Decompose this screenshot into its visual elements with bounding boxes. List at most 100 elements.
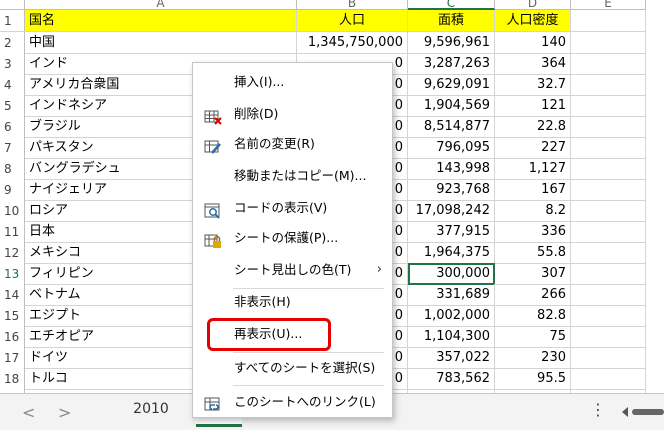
scroll-tabs-right-button[interactable]: > [58, 403, 71, 422]
menu-item-rename[interactable]: 名前の変更(R) [193, 129, 392, 159]
menu-item-delete[interactable]: 削除(D) [193, 99, 392, 129]
row-number[interactable]: 14 [0, 284, 25, 306]
row-number[interactable]: 10 [0, 200, 25, 222]
empty-cell[interactable] [571, 347, 646, 369]
cell-area[interactable]: 1,002,000 [408, 305, 495, 327]
empty-cell[interactable] [571, 221, 646, 243]
row-number[interactable]: 1 [0, 10, 25, 32]
cell-area[interactable]: 8,514,877 [408, 116, 495, 138]
rename-sheet-icon [204, 136, 222, 154]
row-number[interactable]: 11 [0, 221, 25, 243]
empty-cell[interactable] [571, 305, 646, 327]
row-number[interactable]: 3 [0, 53, 25, 75]
empty-cell[interactable] [571, 326, 646, 348]
cell-area[interactable]: 300,000 [408, 263, 495, 285]
column-header-a[interactable]: A [25, 0, 297, 10]
column-header-b[interactable]: B [297, 0, 408, 10]
row-number[interactable]: 6 [0, 116, 25, 138]
menu-item-hide[interactable]: 非表示(H) [193, 287, 392, 317]
cell-area[interactable]: 1,104,300 [408, 326, 495, 348]
empty-cell[interactable] [571, 242, 646, 264]
cell-density[interactable]: 266 [495, 284, 571, 306]
cell-density[interactable]: 75 [495, 326, 571, 348]
protect-sheet-icon [204, 230, 222, 248]
cell-density[interactable]: 364 [495, 53, 571, 75]
cell-area[interactable]: 783,562 [408, 368, 495, 390]
empty-cell[interactable] [571, 368, 646, 390]
cell-density[interactable]: 95.5 [495, 368, 571, 390]
row-number[interactable]: 17 [0, 347, 25, 369]
header-cell-density[interactable]: 人口密度 [495, 10, 571, 32]
header-cell-name[interactable]: 国名 [25, 10, 297, 32]
row-number[interactable]: 8 [0, 158, 25, 180]
cell-density[interactable]: 1,127 [495, 158, 571, 180]
cell-density[interactable]: 167 [495, 179, 571, 201]
menu-item-view-code[interactable]: コードの表示(V) [193, 193, 392, 223]
cell-density[interactable]: 8.2 [495, 200, 571, 222]
select-all-corner[interactable] [0, 0, 25, 10]
row-number[interactable]: 5 [0, 95, 25, 117]
cell-area[interactable]: 377,915 [408, 221, 495, 243]
menu-item-protect-sheet[interactable]: シートの保護(P)... [193, 223, 392, 253]
cell-density[interactable]: 230 [495, 347, 571, 369]
cell-area[interactable]: 331,689 [408, 284, 495, 306]
row-number[interactable]: 4 [0, 74, 25, 96]
column-header-e[interactable]: E [571, 0, 646, 10]
empty-cell[interactable] [571, 284, 646, 306]
cell-area[interactable]: 796,095 [408, 137, 495, 159]
empty-cell[interactable] [571, 200, 646, 222]
cell-area[interactable]: 9,629,091 [408, 74, 495, 96]
horizontal-scrollbar[interactable] [616, 403, 664, 421]
cell-density[interactable]: 121 [495, 95, 571, 117]
cell-density[interactable]: 227 [495, 137, 571, 159]
cell-density[interactable]: 32.7 [495, 74, 571, 96]
sheet-tab-2010[interactable]: 2010 [118, 394, 184, 424]
header-cell-area[interactable]: 面積 [408, 10, 495, 32]
empty-cell[interactable] [571, 74, 646, 96]
cell-area[interactable]: 17,098,242 [408, 200, 495, 222]
row-number[interactable]: 16 [0, 326, 25, 348]
header-cell-population[interactable]: 人口 [297, 10, 408, 32]
more-options-icon[interactable]: ⋮ [590, 400, 606, 419]
cell-density[interactable]: 336 [495, 221, 571, 243]
column-header-c[interactable]: C [408, 0, 495, 10]
row-number[interactable]: 9 [0, 179, 25, 201]
empty-cell[interactable] [571, 137, 646, 159]
row-number[interactable]: 2 [0, 32, 25, 54]
menu-item-insert[interactable]: 挿入(I)... [193, 67, 392, 97]
row-number[interactable]: 18 [0, 368, 25, 390]
menu-item-tab-color[interactable]: シート見出しの色(T) › [193, 255, 392, 285]
menu-item-move-copy[interactable]: 移動またはコピー(M)... [193, 161, 392, 191]
empty-cell[interactable] [571, 179, 646, 201]
cell-area[interactable]: 143,998 [408, 158, 495, 180]
cell-density[interactable]: 140 [495, 32, 571, 54]
cell-density[interactable]: 55.8 [495, 242, 571, 264]
cell-area[interactable]: 1,904,569 [408, 95, 495, 117]
empty-cell[interactable] [571, 32, 646, 54]
empty-cell[interactable] [571, 95, 646, 117]
column-header-d[interactable]: D [495, 0, 571, 10]
cell-density[interactable]: 307 [495, 263, 571, 285]
sheet-context-menu: 挿入(I)... 削除(D) 名前の変更(R) 移動またはコピー(M)... コ… [192, 62, 393, 418]
empty-cell[interactable] [571, 10, 646, 32]
empty-cell[interactable] [571, 116, 646, 138]
cell-area[interactable]: 1,964,375 [408, 242, 495, 264]
row-number[interactable]: 12 [0, 242, 25, 264]
cell-density[interactable]: 82.8 [495, 305, 571, 327]
cell-area[interactable]: 357,022 [408, 347, 495, 369]
cell-population[interactable]: 1,345,750,000 [297, 32, 408, 54]
cell-area[interactable]: 9,596,961 [408, 32, 495, 54]
scroll-tabs-left-button[interactable]: < [22, 403, 35, 422]
menu-item-select-all-sheets[interactable]: すべてのシートを選択(S) [193, 353, 392, 383]
cell-area[interactable]: 3,287,263 [408, 53, 495, 75]
empty-cell[interactable] [571, 263, 646, 285]
cell-area[interactable]: 923,768 [408, 179, 495, 201]
row-number[interactable]: 13 [0, 263, 25, 285]
cell-density[interactable]: 22.8 [495, 116, 571, 138]
row-number[interactable]: 15 [0, 305, 25, 327]
menu-item-link-to-sheet[interactable]: このシートへのリンク(L) [193, 387, 392, 417]
cell-country[interactable]: 中国 [25, 32, 297, 54]
row-number[interactable]: 7 [0, 137, 25, 159]
empty-cell[interactable] [571, 158, 646, 180]
empty-cell[interactable] [571, 53, 646, 75]
